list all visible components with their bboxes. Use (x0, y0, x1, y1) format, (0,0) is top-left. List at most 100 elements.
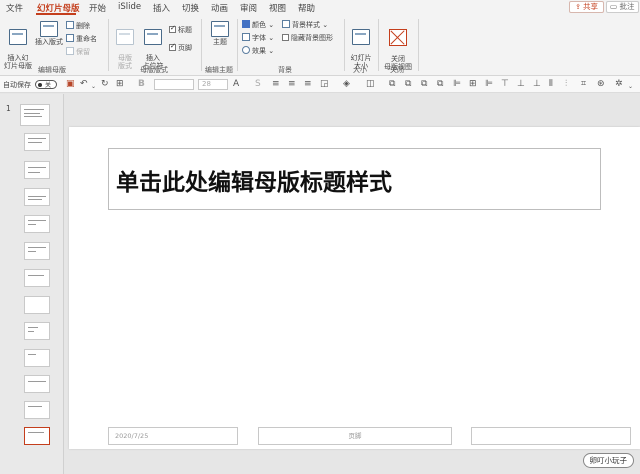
insert-placeholder-button[interactable]: 插入 占位符 (139, 21, 167, 70)
editing-canvas: 单击此处编辑母版标题样式 2020/7/25 页脚 卵叮小玩子 (65, 94, 640, 474)
tab-home[interactable]: 开始 (89, 2, 106, 14)
chevron-down-icon: ⌄ (320, 21, 329, 29)
group-separator (108, 19, 109, 71)
save-icon[interactable]: ▣ (66, 79, 75, 90)
title-checkbox[interactable]: 标题 (169, 24, 192, 35)
thumbnail-layout[interactable] (24, 349, 50, 367)
thumbnail-master[interactable] (20, 104, 50, 126)
preserve-button[interactable]: 保留 (66, 47, 90, 57)
hide-background-checkbox[interactable]: 隐藏背景图形 (282, 34, 333, 43)
distribute-vertical-icon[interactable]: ⫶ (565, 79, 567, 90)
align-center-objects-icon[interactable]: ⊞ (469, 79, 477, 90)
chevron-down-icon: ⌄ (266, 47, 275, 55)
bold-icon[interactable]: B (138, 79, 145, 90)
delete-button[interactable]: 删除 (66, 21, 90, 31)
group-objects-icon[interactable]: ⧉ (405, 79, 411, 90)
footer-placeholder[interactable]: 页脚 (258, 427, 452, 445)
rename-button[interactable]: 重命名 (66, 34, 97, 44)
tab-file[interactable]: 文件 (6, 2, 23, 14)
font-color-icon[interactable]: A (233, 79, 239, 90)
insert-slide-master-button[interactable]: 插入幻 灯片母版 (3, 21, 33, 70)
insert-layout-label: 插入版式 (35, 38, 63, 46)
fonts-button[interactable]: 字体 ⌄ (242, 33, 274, 43)
slide-number: 1 (6, 104, 11, 113)
chevron-down-icon: ⌄ (266, 21, 275, 29)
align-left-icon[interactable]: ≡ (272, 79, 280, 90)
distribute-icon[interactable]: ⧉ (421, 79, 427, 90)
tab-animations[interactable]: 动画 (211, 2, 228, 14)
effects-button[interactable]: 效果 ⌄ (242, 46, 274, 56)
preserve-icon (66, 47, 74, 55)
crop-icon[interactable]: ⌗ (581, 79, 586, 90)
tab-view[interactable]: 视图 (269, 2, 286, 14)
chevron-down-icon[interactable]: ⌄ (628, 81, 633, 92)
insert-slide-master-icon (9, 29, 27, 45)
align-center-icon[interactable]: ≡ (288, 79, 296, 90)
chevron-down-icon[interactable]: ⌄ (91, 81, 96, 92)
more-tools-icon[interactable]: ⊛ (597, 79, 605, 90)
date-placeholder[interactable]: 2020/7/25 (108, 427, 238, 445)
font-size-box[interactable]: 28 (198, 79, 228, 90)
close-icon (389, 29, 407, 46)
thumbnail-layout[interactable] (24, 188, 50, 206)
colors-icon (242, 20, 250, 28)
slide-title: 单击此处编辑母版标题样式 (116, 170, 392, 196)
thumbnail-layout[interactable] (24, 375, 50, 393)
themes-button[interactable]: 主题 (207, 21, 233, 46)
arrange-icon[interactable]: ⧉ (437, 79, 443, 90)
present-icon[interactable]: ⊞ (116, 79, 124, 90)
insert-layout-button[interactable]: 插入版式 (34, 21, 64, 46)
insert-slide-master-label: 插入幻 灯片母版 (4, 54, 32, 70)
master-layout-button[interactable]: 母版 版式 (112, 21, 138, 70)
align-right-icon[interactable]: ≡ (304, 79, 312, 90)
slide-layout[interactable]: 单击此处编辑母版标题样式 2020/7/25 页脚 (69, 127, 640, 449)
slide-size-button[interactable]: 幻灯片 大小 (348, 21, 374, 70)
distribute-horizontal-icon[interactable]: ⫴ (549, 79, 553, 90)
thumbnail-layout[interactable] (24, 161, 50, 179)
footer-checkbox[interactable]: 页脚 (169, 42, 192, 53)
insert-layout-icon (40, 21, 58, 37)
tab-transitions[interactable]: 切换 (182, 2, 199, 14)
redo-icon[interactable]: ↻ (101, 79, 109, 90)
align-left-objects-icon[interactable]: ⊫ (453, 79, 461, 90)
settings-icon[interactable]: ✲ (615, 79, 623, 90)
ribbon: 插入幻 灯片母版 插入版式 删除 重命名 保留 编辑母版 母版 版式 插入 占位… (0, 15, 640, 76)
date-text: 2020/7/25 (115, 432, 149, 440)
footer-text: 页脚 (348, 432, 362, 440)
watermark-text: 卵叮小玩子 (589, 456, 628, 465)
thumbnail-layout[interactable] (24, 242, 50, 260)
thumbnail-layout[interactable] (24, 401, 50, 419)
background-styles-button[interactable]: 背景样式 ⌄ (282, 20, 328, 30)
thumbnail-layout[interactable] (24, 133, 50, 151)
thumbnail-layout[interactable] (24, 296, 50, 314)
close-master-view-button[interactable]: 关闭 母版视图 (382, 21, 414, 71)
shape-icon[interactable]: ◲ (320, 79, 329, 90)
thumbnail-layout[interactable] (24, 269, 50, 287)
colors-button[interactable]: 颜色 ⌄ (242, 20, 274, 30)
comment-button[interactable]: ▭ 批注 (606, 1, 639, 13)
tab-islide[interactable]: iSlide (118, 2, 141, 12)
share-button[interactable]: ⇪ 共享 (569, 1, 604, 13)
autosave-toggle[interactable]: 关 (35, 80, 57, 89)
thumbnail-layout[interactable] (24, 215, 50, 233)
align-top-icon[interactable]: ⊤ (501, 79, 509, 90)
align-right-objects-icon[interactable]: ⊫ (485, 79, 493, 90)
tab-insert[interactable]: 插入 (153, 2, 170, 14)
align-bottom-icon[interactable]: ⊥ (533, 79, 541, 90)
thumbnail-layout[interactable] (24, 322, 50, 340)
align-middle-icon[interactable]: ⊥ (517, 79, 525, 90)
thumbnail-layout-selected[interactable] (24, 427, 50, 445)
fill-icon[interactable]: ◈ (343, 79, 350, 90)
outline-icon[interactable]: ◫ (366, 79, 375, 90)
comment-label: 批注 (619, 2, 635, 11)
tab-help[interactable]: 帮助 (298, 2, 315, 14)
hide-background-label: 隐藏背景图形 (291, 34, 333, 42)
slide-number-placeholder[interactable] (471, 427, 631, 445)
share-icon: ⇪ (575, 3, 581, 11)
font-name-box[interactable] (154, 79, 194, 90)
undo-icon[interactable]: ↶ (80, 79, 88, 90)
strikethrough-icon[interactable]: S (255, 79, 261, 90)
title-placeholder[interactable]: 单击此处编辑母版标题样式 (108, 148, 601, 210)
align-objects-icon[interactable]: ⧉ (389, 79, 395, 90)
tab-review[interactable]: 审阅 (240, 2, 257, 14)
